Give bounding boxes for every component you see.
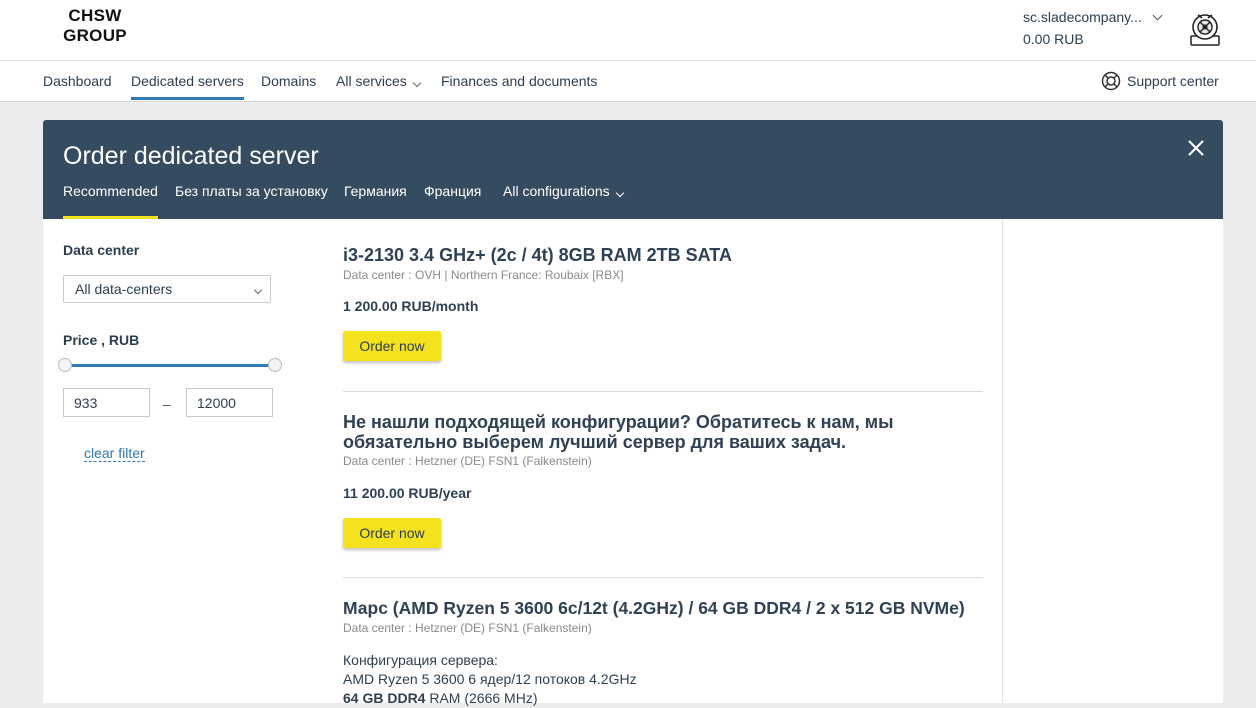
- account-menu[interactable]: sc.sladecompany... 0.00 RUB: [1023, 9, 1163, 47]
- price-min-input[interactable]: 933: [63, 388, 150, 417]
- price-label: Price , RUB: [63, 332, 140, 348]
- account-name[interactable]: sc.sladecompany...: [1023, 9, 1142, 25]
- description-line: 64 GB DDR4 RAM (2666 MHz): [343, 689, 637, 708]
- logo-line1: CHSW: [68, 6, 122, 25]
- tab-france[interactable]: Франция: [424, 183, 481, 219]
- offer-separator: [343, 391, 983, 392]
- offer-price: 11 200.00 RUB/year: [343, 485, 472, 501]
- close-icon[interactable]: [1187, 139, 1205, 157]
- offer-title[interactable]: Марс (AMD Ryzen 5 3600 6c/12t (4.2GHz) /…: [343, 598, 1003, 618]
- ram-spec-detail: RAM (2666 MHz): [425, 690, 538, 706]
- support-center-link[interactable]: Support center: [1101, 61, 1219, 101]
- nav-domains[interactable]: Domains: [261, 61, 316, 101]
- offer-datacenter: Data center : Hetzner (DE) FSN1 (Falkens…: [343, 621, 592, 635]
- price-range-separator: –: [163, 396, 171, 412]
- chevron-down-icon: [412, 78, 422, 88]
- price-slider-track[interactable]: [65, 364, 275, 367]
- order-now-button[interactable]: Order now: [343, 331, 441, 361]
- lifebuoy-icon: [1101, 71, 1121, 91]
- offer-title[interactable]: i3-2130 3.4 GHz+ (2c / 4t) 8GB RAM 2TB S…: [343, 245, 983, 265]
- tab-all-configurations-label: All configurations: [503, 183, 610, 199]
- page-title: Order dedicated server: [63, 142, 319, 170]
- top-header: CHSW GROUP sc.sladecompany... 0.00 RUB: [0, 0, 1256, 60]
- datacenter-select[interactable]: All data-centers: [63, 275, 271, 303]
- description-line: AMD Ryzen 5 3600 6 ядер/12 потоков 4.2GH…: [343, 671, 637, 687]
- offer-price: 1 200.00 RUB/month: [343, 298, 479, 314]
- avatar[interactable]: [1186, 10, 1224, 48]
- ram-spec: 64 GB DDR4: [343, 690, 426, 706]
- chevron-down-icon[interactable]: [1152, 10, 1163, 20]
- nav-all-services-label: All services: [336, 73, 407, 89]
- account-balance: 0.00 RUB: [1023, 31, 1084, 47]
- tab-germany[interactable]: Германия: [344, 183, 407, 219]
- offer-datacenter: Data center : OVH | Northern France: Rou…: [343, 268, 624, 282]
- order-panel-header: Order dedicated server Recommended Без п…: [43, 120, 1223, 219]
- clear-filter-link[interactable]: clear filter: [84, 445, 145, 462]
- datacenter-select-value: All data-centers: [75, 281, 173, 297]
- nav-dashboard[interactable]: Dashboard: [43, 61, 112, 101]
- offer-description: Конфигурация сервера: AMD Ryzen 5 3600 6…: [343, 651, 637, 708]
- offer-separator: [343, 577, 983, 578]
- description-line: Конфигурация сервера:: [343, 652, 498, 668]
- chevron-down-icon: [615, 188, 624, 198]
- price-max-input[interactable]: 12000: [186, 388, 273, 417]
- nav-all-services[interactable]: All services: [336, 61, 422, 101]
- tab-all-configurations[interactable]: All configurations: [503, 183, 624, 219]
- datacenter-label: Data center: [63, 242, 140, 258]
- logo-line2: GROUP: [63, 26, 127, 45]
- tab-no-setup-fee[interactable]: Без платы за установку: [175, 183, 328, 219]
- divider: [1002, 219, 1003, 703]
- tab-recommended[interactable]: Recommended: [63, 183, 158, 219]
- support-center-label: Support center: [1127, 73, 1219, 89]
- order-now-button[interactable]: Order now: [343, 518, 441, 548]
- price-slider-max-handle[interactable]: [268, 358, 282, 372]
- nav-dedicated-servers[interactable]: Dedicated servers: [131, 61, 244, 101]
- offer-datacenter: Data center : Hetzner (DE) FSN1 (Falkens…: [343, 454, 592, 468]
- nav-finances[interactable]: Finances and documents: [441, 61, 597, 101]
- main-nav: Dashboard Dedicated servers Domains All …: [0, 60, 1256, 102]
- offer-title[interactable]: Не нашли подходящей конфигурации? Обрати…: [343, 412, 983, 452]
- price-slider-min-handle[interactable]: [58, 358, 72, 372]
- chevron-down-icon: [253, 285, 263, 295]
- company-logo[interactable]: CHSW GROUP: [60, 6, 130, 46]
